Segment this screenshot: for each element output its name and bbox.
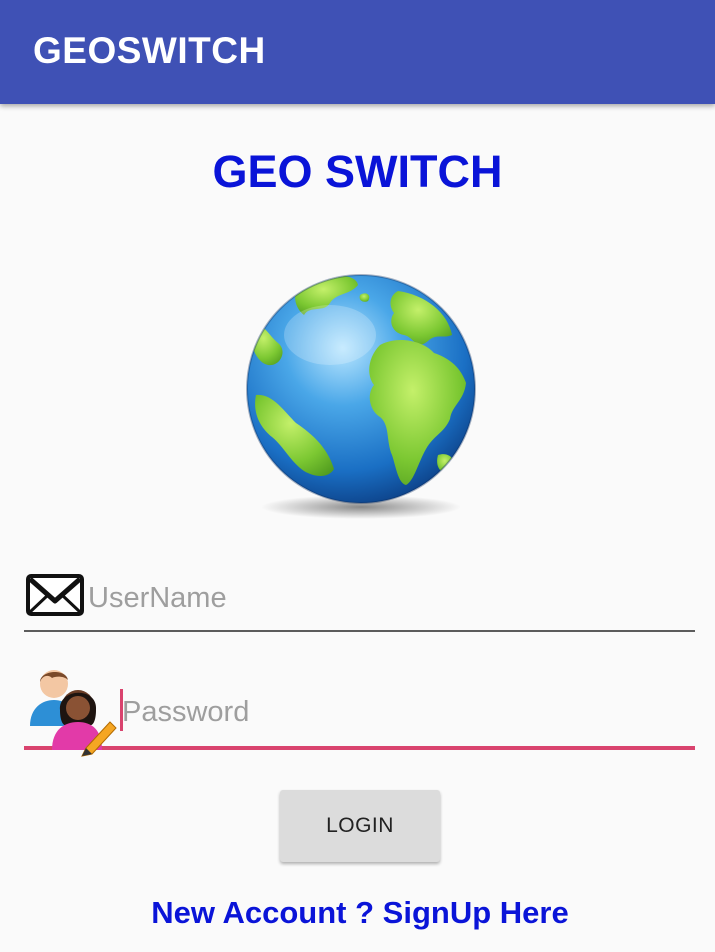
mail-icon xyxy=(26,574,84,616)
password-input[interactable] xyxy=(122,692,688,732)
username-input[interactable] xyxy=(88,578,688,618)
page-title: GEO SWITCH xyxy=(212,146,503,197)
app-bar: GEOSWITCH xyxy=(0,0,715,104)
users-edit-icon xyxy=(30,670,117,757)
app-bar-title: GEOSWITCH xyxy=(33,30,266,71)
globe-icon xyxy=(246,274,476,519)
login-button[interactable]: LOGIN xyxy=(280,790,440,862)
password-field[interactable] xyxy=(24,662,695,757)
username-field[interactable] xyxy=(24,560,695,632)
signup-link[interactable]: New Account ? SignUp Here xyxy=(0,895,715,931)
